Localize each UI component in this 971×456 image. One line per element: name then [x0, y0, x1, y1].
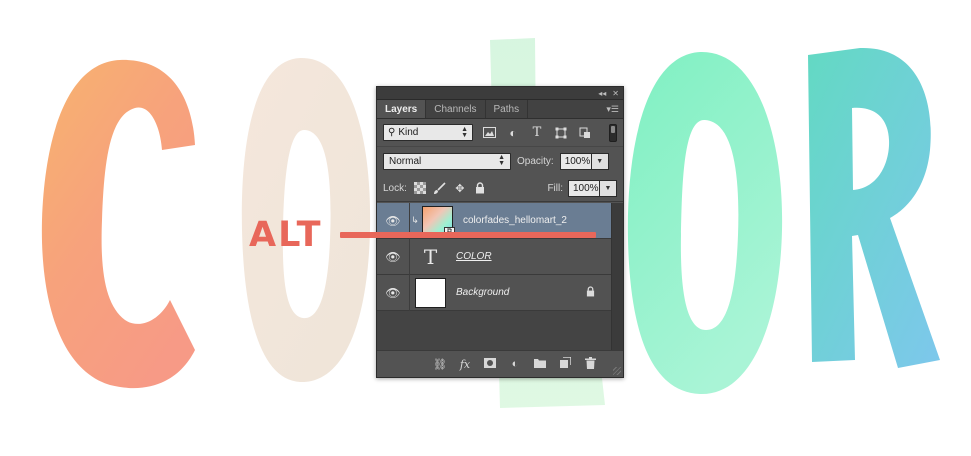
filter-kind-label: Kind — [398, 127, 419, 138]
fill-control: Fill: 100% ▼ — [547, 179, 617, 197]
panel-footer: ⛓ fx ◐ — [377, 350, 623, 377]
panel-menu-icon[interactable]: ▾☰ — [606, 100, 619, 119]
layer-thumbnail-background — [415, 277, 446, 308]
blend-mode-value: Normal — [389, 155, 422, 167]
lock-label: Lock: — [383, 182, 407, 194]
fill-label: Fill: — [547, 182, 563, 194]
resize-grip-icon[interactable] — [613, 367, 621, 375]
layer-lock-icon — [586, 285, 595, 300]
layer-name[interactable]: colorfades_hellomart_2 — [463, 215, 567, 226]
lock-row: Lock: ✥ Fill: 100% ▼ — [377, 175, 623, 202]
text-layer-icon: T — [423, 244, 438, 269]
lock-position-move-icon[interactable]: ✥ — [453, 181, 467, 195]
opacity-dropdown-icon[interactable]: ▼ — [591, 152, 609, 170]
layer-name[interactable]: Background — [456, 287, 509, 298]
layer-row-color-text[interactable]: 👁 T COLOR — [377, 238, 611, 275]
alt-callout-line — [340, 232, 596, 238]
filter-toggle[interactable] — [609, 123, 617, 142]
close-icon[interactable]: ✕ — [612, 87, 619, 100]
adjustment-filter-icon[interactable]: ◐ — [505, 125, 521, 141]
shape-filter-icon[interactable] — [553, 125, 569, 141]
smart-object-filter-icon[interactable] — [577, 125, 593, 141]
layer-name[interactable]: COLOR — [456, 251, 492, 262]
tab-layers[interactable]: Layers — [377, 100, 427, 118]
mask-icon[interactable] — [483, 357, 497, 371]
visibility-eye-icon[interactable]: 👁 — [377, 250, 409, 264]
opacity-label: Opacity: — [517, 155, 554, 167]
link-icon[interactable]: ⛓ — [433, 358, 447, 371]
lock-all-icon[interactable] — [473, 181, 487, 195]
layer-row-background[interactable]: 👁 Background — [377, 274, 611, 311]
blend-mode-select[interactable]: Normal ▲ ▼ — [383, 152, 511, 170]
new-layer-icon[interactable] — [558, 356, 572, 371]
filter-kind-select[interactable]: ⚲ Kind ▲ ▼ — [383, 124, 473, 141]
layers-scrollbar[interactable] — [611, 203, 623, 350]
visibility-eye-icon[interactable]: 👁 — [377, 286, 409, 300]
fill-input[interactable]: 100% — [568, 179, 600, 197]
panel-tabs: Layers Channels Paths ▾☰ — [377, 100, 623, 119]
panel-title-bar[interactable]: ◂◂ ✕ — [377, 87, 623, 100]
tab-channels[interactable]: Channels — [426, 100, 486, 118]
lock-image-brush-icon[interactable] — [433, 181, 447, 195]
layer-filter-row: ⚲ Kind ▲ ▼ ◐ T — [377, 119, 623, 147]
folder-icon[interactable] — [533, 358, 547, 371]
letter-r — [808, 47, 940, 369]
lock-transparency-icon[interactable] — [413, 181, 427, 195]
trash-icon[interactable] — [583, 356, 597, 372]
tab-paths[interactable]: Paths — [486, 100, 529, 118]
image-filter-icon[interactable] — [481, 125, 497, 141]
blend-row: Normal ▲ ▼ Opacity: 100% ▼ — [377, 147, 623, 175]
layer-thumbnail-colorfades: ⧉ — [422, 205, 455, 238]
layers-list: 👁 ↳ ⧉ colorfades_hellomart_2 👁 T COLOR 👁… — [377, 202, 611, 350]
select-arrows-icon: ▲ ▼ — [461, 125, 468, 139]
letter-o-second — [627, 51, 783, 395]
type-filter-icon[interactable]: T — [529, 125, 545, 141]
search-icon: ⚲ — [388, 127, 396, 138]
visibility-eye-icon[interactable]: 👁 — [377, 214, 409, 228]
fill-dropdown-icon[interactable]: ▼ — [600, 179, 617, 197]
select-arrows-icon: ▲ ▼ — [498, 154, 505, 167]
opacity-input[interactable]: 100% — [559, 152, 592, 170]
adjustment-icon[interactable]: ◐ — [508, 358, 522, 370]
alt-callout-label: ALT — [249, 215, 323, 255]
fx-icon[interactable]: fx — [458, 358, 472, 371]
clipping-mask-arrow-icon: ↳ — [411, 215, 419, 225]
collapse-icon[interactable]: ◂◂ — [598, 87, 606, 100]
letter-c — [41, 59, 195, 389]
